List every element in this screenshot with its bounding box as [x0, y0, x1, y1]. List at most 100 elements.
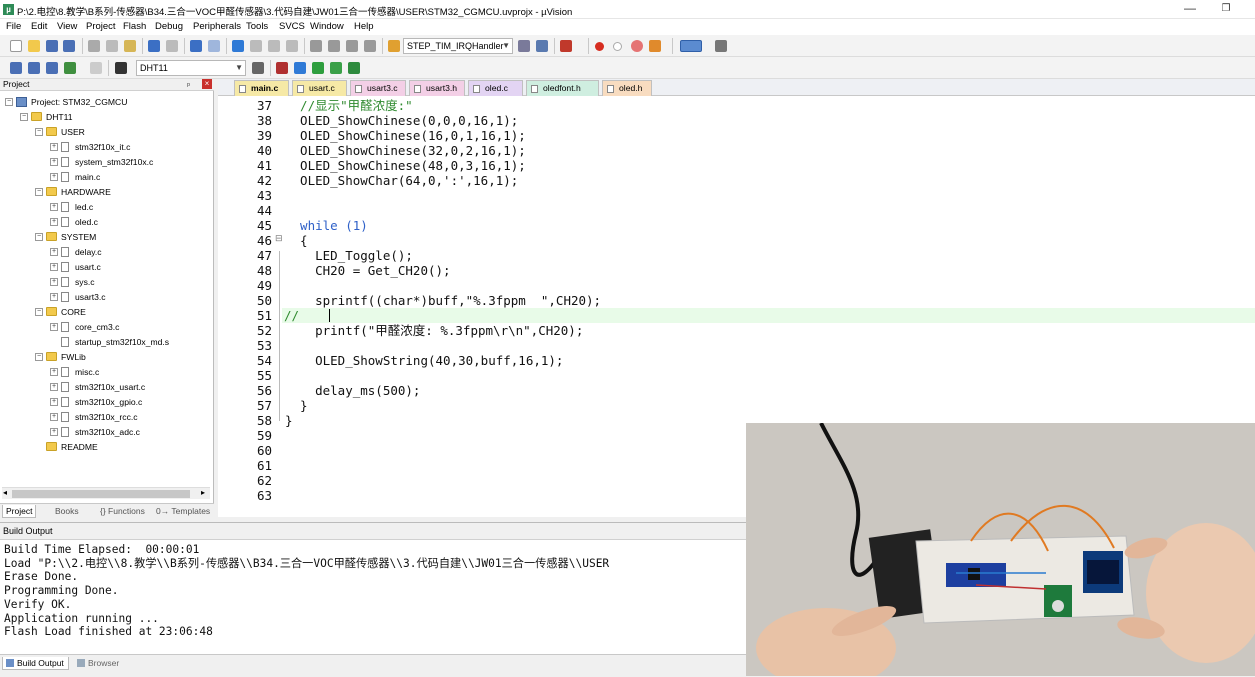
rte-icon[interactable] [348, 62, 360, 74]
tree-file[interactable]: + stm32f10x_usart.c [50, 380, 145, 394]
tools-icon[interactable] [715, 40, 727, 52]
tree-file[interactable]: + usart.c [50, 260, 101, 274]
redo-icon[interactable] [166, 40, 178, 52]
bookmark-icon[interactable] [232, 40, 244, 52]
tree-target[interactable]: − DHT11 [20, 110, 73, 124]
code-line[interactable]: // [284, 308, 299, 323]
comment-icon[interactable] [346, 40, 358, 52]
menu-svcs[interactable]: SVCS [279, 21, 305, 32]
menu-window[interactable]: Window [310, 21, 344, 32]
manage-components-icon[interactable] [276, 62, 288, 74]
expand-icon[interactable]: + [50, 367, 58, 376]
code-line[interactable]: } [285, 413, 293, 428]
editor-tab-main[interactable]: main.c [234, 80, 289, 96]
tree-group[interactable]: − FWLib [35, 350, 86, 364]
menu-tools[interactable]: Tools [246, 21, 268, 32]
code-line[interactable]: delay_ms(500); [285, 383, 420, 398]
nav-forward-icon[interactable] [208, 40, 220, 52]
translate-icon[interactable] [10, 62, 22, 74]
code-line[interactable]: OLED_ShowChinese(32,0,2,16,1); [285, 143, 526, 158]
expand-icon[interactable]: + [50, 277, 58, 286]
save-all-icon[interactable] [63, 40, 75, 52]
expand-icon[interactable]: + [50, 382, 58, 391]
uncomment-icon[interactable] [364, 40, 376, 52]
code-line[interactable]: //显示"甲醛浓度:" [285, 98, 413, 113]
options-for-target-icon[interactable] [252, 62, 264, 74]
select-packs-icon[interactable] [294, 62, 306, 74]
rebuild-icon[interactable] [46, 62, 58, 74]
expand-icon[interactable]: + [50, 397, 58, 406]
expand-icon[interactable]: + [50, 262, 58, 271]
menu-view[interactable]: View [57, 21, 77, 32]
code-line[interactable]: OLED_ShowString(40,30,buff,16,1); [285, 353, 563, 368]
build-icon[interactable] [28, 62, 40, 74]
manage-run-time-icon[interactable] [330, 62, 342, 74]
editor-tab-oledfont-h[interactable]: oledfont.h [526, 80, 599, 96]
code-line[interactable]: OLED_ShowChinese(48,0,3,16,1); [285, 158, 526, 173]
collapse-icon[interactable]: − [35, 307, 43, 316]
minimize-button[interactable]: — [1180, 1, 1200, 17]
collapse-icon[interactable]: − [35, 127, 43, 136]
menu-debug[interactable]: Debug [155, 21, 183, 32]
menu-flash[interactable]: Flash [123, 21, 146, 32]
tree-group[interactable]: − SYSTEM [35, 230, 96, 244]
editor-tab-oled-h[interactable]: oled.h [602, 80, 652, 96]
code-line[interactable]: OLED_ShowChar(64,0,':',16,1); [285, 173, 518, 188]
next-bookmark-icon[interactable] [268, 40, 280, 52]
window-layout-icon[interactable] [680, 40, 702, 52]
tree-file[interactable]: + stm32f10x_adc.c [50, 425, 140, 439]
collapse-icon[interactable]: − [35, 187, 43, 196]
tree-group[interactable]: − HARDWARE [35, 185, 111, 199]
scrollbar-thumb[interactable] [12, 490, 190, 498]
tree-file[interactable]: + system_stm32f10x.c [50, 155, 153, 169]
tab-books[interactable]: Books [52, 505, 82, 518]
code-line[interactable]: printf("甲醛浓度: %.3fppm\r\n",CH20); [285, 323, 583, 338]
code-line[interactable]: } [285, 398, 308, 413]
breakpoint-icon[interactable] [595, 42, 604, 51]
prev-bookmark-icon[interactable] [250, 40, 262, 52]
code-line[interactable]: while (1) [285, 218, 368, 233]
tree-group[interactable]: − CORE [35, 305, 86, 319]
expand-icon[interactable]: + [50, 427, 58, 436]
code-line[interactable]: sprintf((char*)buff,"%.3fppm ",CH20); [285, 293, 601, 308]
restore-button[interactable]: ❐ [1216, 1, 1236, 17]
target-combo[interactable]: DHT11 ▼ [136, 60, 246, 76]
tab-browser[interactable]: Browser [74, 657, 123, 670]
scroll-right-icon[interactable]: ▸ [201, 488, 205, 497]
menu-help[interactable]: Help [354, 21, 374, 32]
collapse-icon[interactable]: − [5, 97, 13, 106]
fold-toggle-icon[interactable]: ⊟ [275, 231, 283, 246]
expand-icon[interactable]: + [50, 172, 58, 181]
code-line[interactable]: OLED_ShowChinese(0,0,0,16,1); [285, 113, 518, 128]
expand-icon[interactable]: + [50, 217, 58, 226]
download-icon[interactable] [64, 62, 76, 74]
tab-functions[interactable]: {} Functions [97, 505, 148, 518]
debug-session-icon[interactable] [560, 40, 572, 52]
copy-icon[interactable] [106, 40, 118, 52]
tree-file[interactable]: + sys.c [50, 275, 95, 289]
horizontal-scrollbar[interactable]: ◂ ▸ [2, 487, 210, 499]
tree-file[interactable]: + main.c [50, 170, 100, 184]
expand-icon[interactable]: + [50, 292, 58, 301]
incremental-find-icon[interactable] [536, 40, 548, 52]
tree-file[interactable]: startup_stm32f10x_md.s [50, 335, 169, 349]
tab-project[interactable]: Project [2, 505, 37, 518]
find-icon[interactable] [518, 40, 530, 52]
stop-build-icon[interactable] [90, 62, 102, 74]
target-options-icon[interactable] [115, 62, 127, 74]
editor-tab-usart3-c[interactable]: usart3.c [350, 80, 406, 96]
menu-project[interactable]: Project [86, 21, 116, 32]
menu-edit[interactable]: Edit [31, 21, 47, 32]
tree-file[interactable]: + delay.c [50, 245, 102, 259]
new-file-icon[interactable] [10, 40, 22, 52]
collapse-icon[interactable]: − [35, 352, 43, 361]
expand-icon[interactable]: + [50, 157, 58, 166]
pin-icon[interactable]: ᵖ [187, 80, 190, 91]
find-in-files-icon[interactable] [388, 40, 400, 52]
tab-templates[interactable]: 0→ Templates [153, 505, 213, 518]
close-icon[interactable]: × [202, 79, 212, 89]
unindent-icon[interactable] [328, 40, 340, 52]
tab-build-output[interactable]: Build Output [2, 657, 69, 670]
menu-peripherals[interactable]: Peripherals [193, 21, 241, 32]
tree-group[interactable]: README [46, 440, 98, 454]
